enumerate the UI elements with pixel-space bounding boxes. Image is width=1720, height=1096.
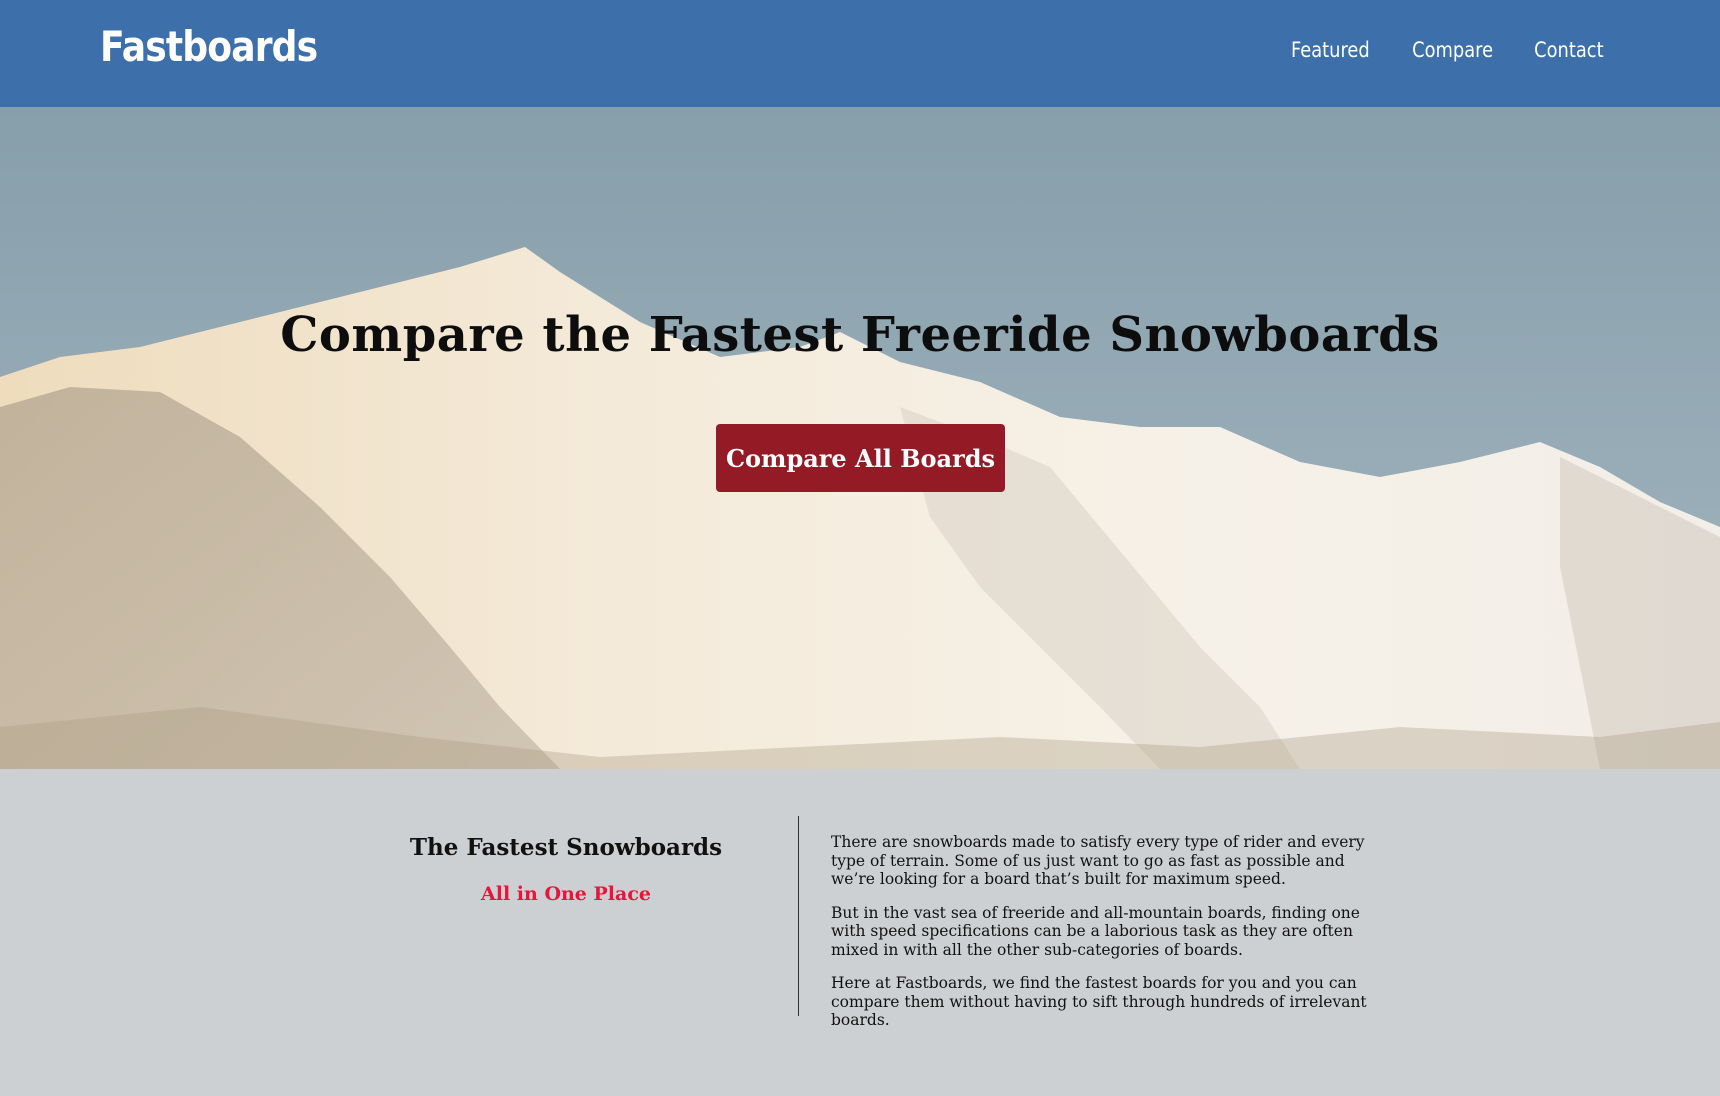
intro-subheading: All in One Place — [481, 883, 651, 905]
compare-all-boards-button[interactable]: Compare All Boards — [716, 424, 1005, 492]
intro-text-block: There are snowboards made to satisfy eve… — [831, 833, 1391, 1045]
nav-link-featured[interactable]: Featured — [1291, 40, 1370, 61]
hero-title: Compare the Fastest Freeride Snowboards — [280, 307, 1440, 363]
nav-link-contact[interactable]: Contact — [1534, 40, 1603, 61]
intro-heading: The Fastest Snowboards — [409, 834, 723, 861]
intro-paragraph: There are snowboards made to satisfy eve… — [831, 833, 1365, 888]
navbar: Fastboards Featured Compare Contact — [0, 0, 1720, 107]
hero-section: Compare the Fastest Freeride Snowboards … — [0, 107, 1720, 769]
brand-logo[interactable]: Fastboards — [100, 26, 318, 68]
nav-links: Featured Compare Contact — [1284, 40, 1610, 61]
intro-paragraph: But in the vast sea of freeride and all-… — [831, 903, 1360, 959]
intro-section: The Fastest Snowboards All in One Place … — [0, 769, 1720, 1096]
intro-heading-block: The Fastest Snowboards All in One Place — [366, 834, 766, 905]
nav-link-compare[interactable]: Compare — [1412, 40, 1493, 61]
intro-paragraph: Here at Fastboards, we find the fastest … — [831, 974, 1367, 1029]
vertical-divider — [798, 816, 799, 1016]
